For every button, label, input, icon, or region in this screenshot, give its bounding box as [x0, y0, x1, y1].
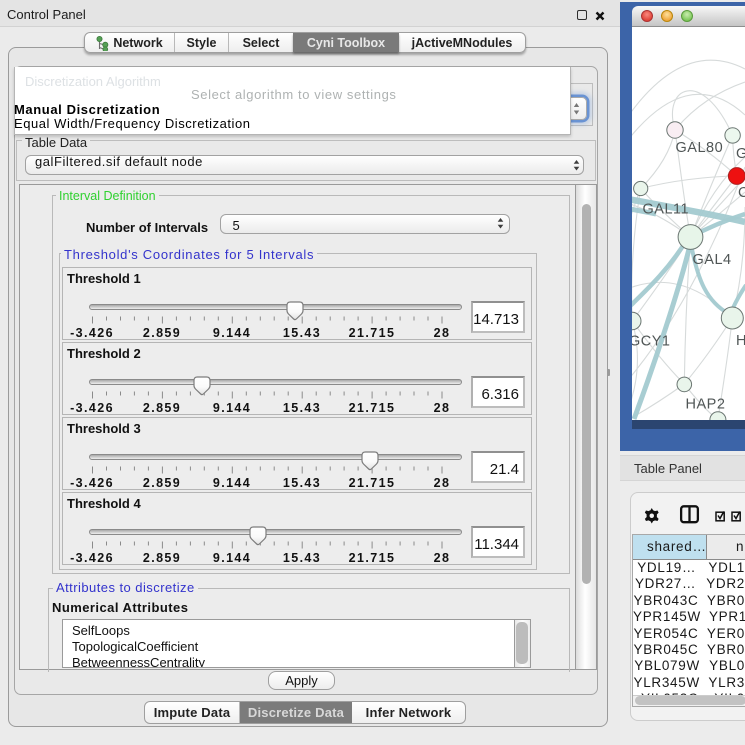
- svg-text:GAL11: GAL11: [643, 202, 690, 218]
- svg-text:GCY1: GCY1: [632, 334, 671, 350]
- svg-text:GAL4: GAL4: [693, 252, 732, 268]
- svg-text:CD: CD: [738, 185, 745, 201]
- svg-text:H: H: [736, 333, 745, 349]
- svg-text:GA: GA: [736, 146, 745, 162]
- svg-text:HAP2: HAP2: [686, 397, 726, 413]
- svg-text:GAL80: GAL80: [676, 140, 724, 156]
